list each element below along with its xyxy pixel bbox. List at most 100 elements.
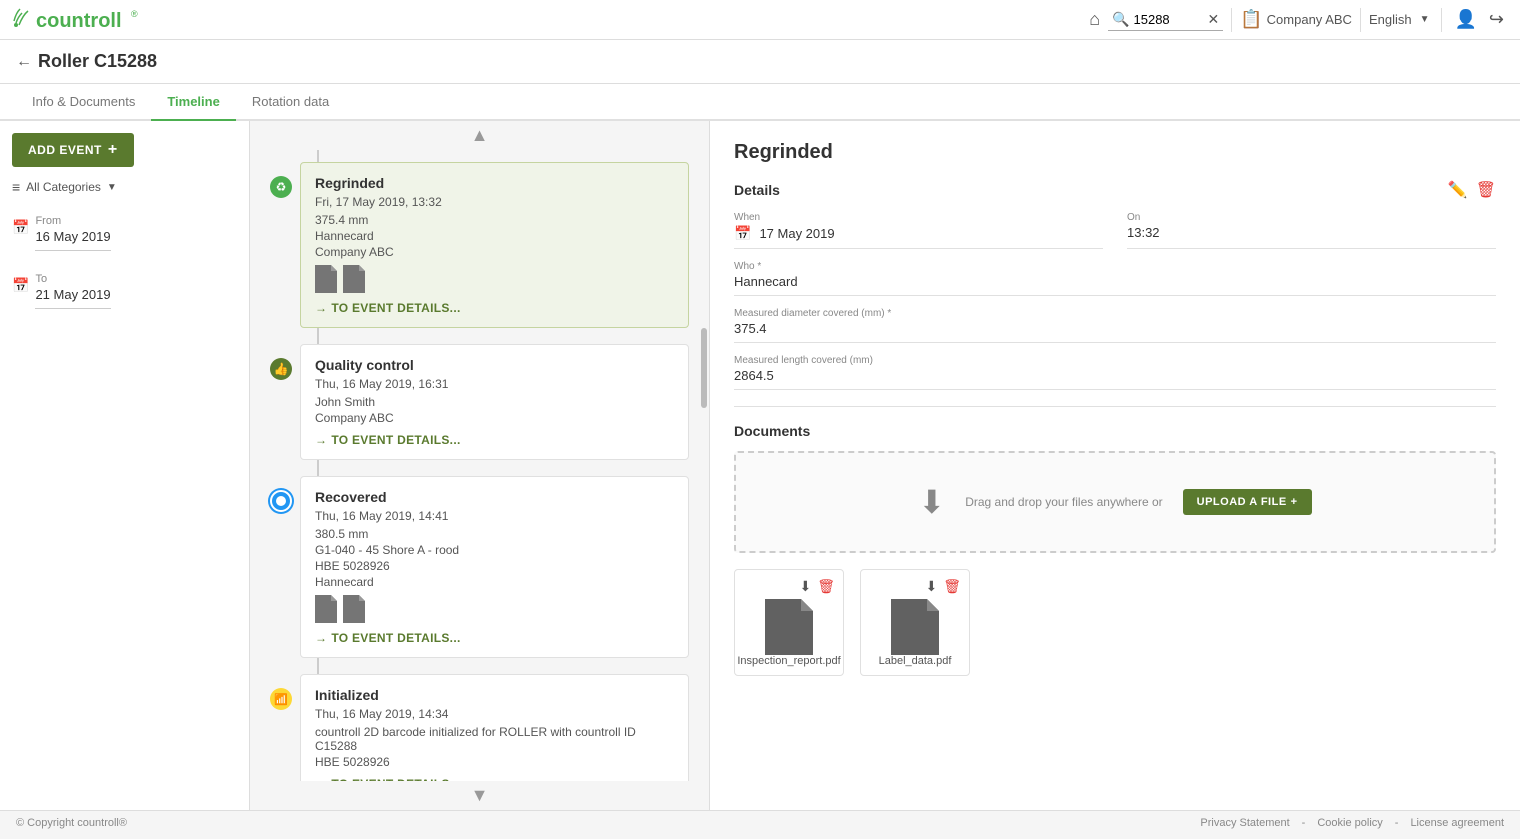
document-files: ⬇ 🗑 Inspection_report.pdf	[734, 569, 1496, 676]
when-value: 17 May 2019	[759, 226, 834, 241]
upload-file-button[interactable]: UPLOAD A FILE +	[1183, 489, 1312, 515]
event-node-4: 📶	[270, 688, 292, 710]
file-name-1: Inspection_report.pdf	[737, 655, 840, 667]
language-chevron-button[interactable]: ▼	[1416, 10, 1434, 29]
event-date-4: Thu, 16 May 2019, 14:34	[315, 707, 674, 721]
event-detail2-1: Hannecard	[315, 229, 674, 243]
logo[interactable]: countroll ®	[12, 5, 142, 35]
filter-chevron-icon: ▼	[107, 182, 117, 193]
svg-text:countroll: countroll	[36, 10, 122, 32]
event-node-2: 👍	[270, 358, 292, 380]
drag-drop-text: Drag and drop your files anywhere or	[965, 495, 1162, 509]
back-arrow[interactable]: ←	[16, 53, 32, 71]
event-title-4: Initialized	[315, 687, 674, 703]
nav-right: ⌂ 🔍 15288 ✕ 📋 Company ABC English ▼ 👤 ↪	[1085, 5, 1508, 34]
on-value: 13:32	[1127, 225, 1496, 240]
footer-cookie[interactable]: Cookie policy	[1317, 817, 1382, 829]
length-label: Measured length covered (mm)	[734, 355, 1496, 366]
logout-icon: ↪	[1489, 9, 1504, 30]
event-date-1: Fri, 17 May 2019, 13:32	[315, 195, 674, 209]
home-button[interactable]: ⌂	[1085, 5, 1104, 34]
edit-icon: ✏️	[1448, 182, 1468, 199]
event-link-2[interactable]: → TO EVENT DETAILS...	[315, 433, 674, 447]
file-icon-2	[891, 599, 939, 655]
scroll-up-button[interactable]: ▲	[471, 125, 489, 146]
timeline-scrollbar[interactable]	[701, 328, 707, 408]
delete-icon-1: 🗑	[817, 578, 835, 594]
account-icon: 👤	[1454, 9, 1476, 30]
file-1-delete-button[interactable]: 🗑	[817, 578, 835, 595]
documents-section: Documents ⬇ Drag and drop your files any…	[734, 423, 1496, 676]
delete-icon: 🗑	[1476, 182, 1496, 199]
footer-privacy[interactable]: Privacy Statement	[1200, 817, 1289, 829]
clear-search-button[interactable]: ✕	[1208, 11, 1220, 28]
event-link-3[interactable]: → TO EVENT DETAILS...	[315, 631, 674, 645]
file-1-download-button[interactable]: ⬇	[799, 578, 811, 595]
page-title: Roller C15288	[38, 51, 157, 72]
nav-divider-1	[1231, 8, 1232, 32]
event-detail3-3: HBE 5028926	[315, 559, 674, 573]
drop-zone[interactable]: ⬇ Drag and drop your files anywhere or U…	[734, 451, 1496, 553]
details-section-header: Details ✏️ 🗑	[734, 180, 1496, 200]
scroll-down-button[interactable]: ▼	[471, 785, 489, 806]
event-card-2[interactable]: Quality control Thu, 16 May 2019, 16:31 …	[300, 344, 689, 460]
length-value: 2864.5	[734, 368, 1496, 383]
logo-svg: countroll ®	[12, 5, 142, 35]
diameter-label: Measured diameter covered (mm) *	[734, 308, 1496, 319]
event-detail1-4: countroll 2D barcode initialized for ROL…	[315, 725, 674, 753]
event-date-3: Thu, 16 May 2019, 14:41	[315, 509, 674, 523]
delete-icon-2: 🗑	[943, 578, 961, 594]
account-button[interactable]: 👤	[1450, 5, 1480, 34]
edit-button[interactable]: ✏️	[1448, 180, 1468, 200]
search-input[interactable]: 15288	[1134, 12, 1204, 27]
svg-text:®: ®	[131, 9, 138, 19]
event-node-1: ♻	[270, 176, 292, 198]
file-card-1: ⬇ 🗑 Inspection_report.pdf	[734, 569, 844, 676]
file-2-delete-button[interactable]: 🗑	[943, 578, 961, 595]
circle-icon	[276, 496, 286, 506]
timeline-event-3: Recovered Thu, 16 May 2019, 14:41 380.5 …	[300, 476, 689, 658]
diameter-field: Measured diameter covered (mm) * 375.4	[734, 308, 1496, 343]
detail-panel: Regrinded Details ✏️ 🗑 When 📅 17 May 201…	[710, 121, 1520, 810]
file-2-download-button[interactable]: ⬇	[925, 578, 937, 595]
business-icon: 📋	[1240, 9, 1262, 30]
home-icon: ⌂	[1089, 9, 1100, 30]
when-label: When	[734, 212, 1103, 223]
download-icon-2: ⬇	[925, 578, 937, 594]
copyright: © Copyright countroll®	[16, 817, 127, 829]
file-card-2: ⬇ 🗑 Label_data.pdf	[860, 569, 970, 676]
to-date[interactable]: 21 May 2019	[35, 287, 110, 309]
event-link-1[interactable]: → TO EVENT DETAILS...	[315, 301, 674, 315]
when-calendar-icon: 📅	[734, 225, 751, 242]
footer-license[interactable]: License agreement	[1410, 817, 1504, 829]
doc-icon-2	[343, 265, 365, 293]
event-detail1-1: 375.4 mm	[315, 213, 674, 227]
detail-title: Regrinded	[734, 141, 1496, 164]
event-detail2-4: HBE 5028926	[315, 755, 674, 769]
delete-button[interactable]: 🗑	[1476, 180, 1496, 200]
timeline-area: ▲ ♻ Regrinded Fri, 17 May 2019, 13:32 37…	[250, 121, 710, 810]
timeline-inner: ♻ Regrinded Fri, 17 May 2019, 13:32 375.…	[250, 150, 709, 810]
upload-label: UPLOAD A FILE	[1197, 496, 1287, 508]
event-title-1: Regrinded	[315, 175, 674, 191]
add-event-button[interactable]: ADD EVENT +	[12, 133, 134, 167]
search-box[interactable]: 🔍 15288 ✕	[1108, 9, 1223, 31]
footer-links: Privacy Statement - Cookie policy - Lice…	[1200, 817, 1504, 829]
filter-icon: ≡	[12, 179, 20, 195]
category-filter[interactable]: ≡ All Categories ▼	[12, 179, 237, 195]
arrow-icon-3: →	[315, 631, 327, 645]
from-calendar-icon: 📅	[12, 219, 29, 236]
tab-rotation[interactable]: Rotation data	[236, 84, 345, 121]
tab-timeline[interactable]: Timeline	[151, 84, 236, 121]
logout-button[interactable]: ↪	[1485, 5, 1508, 34]
documents-title: Documents	[734, 423, 1496, 439]
event-card-3[interactable]: Recovered Thu, 16 May 2019, 14:41 380.5 …	[300, 476, 689, 658]
who-label: Who *	[734, 261, 1496, 272]
language-label: English	[1369, 12, 1412, 27]
event-detail1-2: John Smith	[315, 395, 674, 409]
event-card-1[interactable]: Regrinded Fri, 17 May 2019, 13:32 375.4 …	[300, 162, 689, 328]
search-icon: 🔍	[1112, 11, 1129, 28]
tab-info[interactable]: Info & Documents	[16, 84, 151, 121]
from-date[interactable]: 16 May 2019	[35, 229, 110, 251]
sidebar: ADD EVENT + ≡ All Categories ▼ 📅 From 16…	[0, 121, 250, 810]
